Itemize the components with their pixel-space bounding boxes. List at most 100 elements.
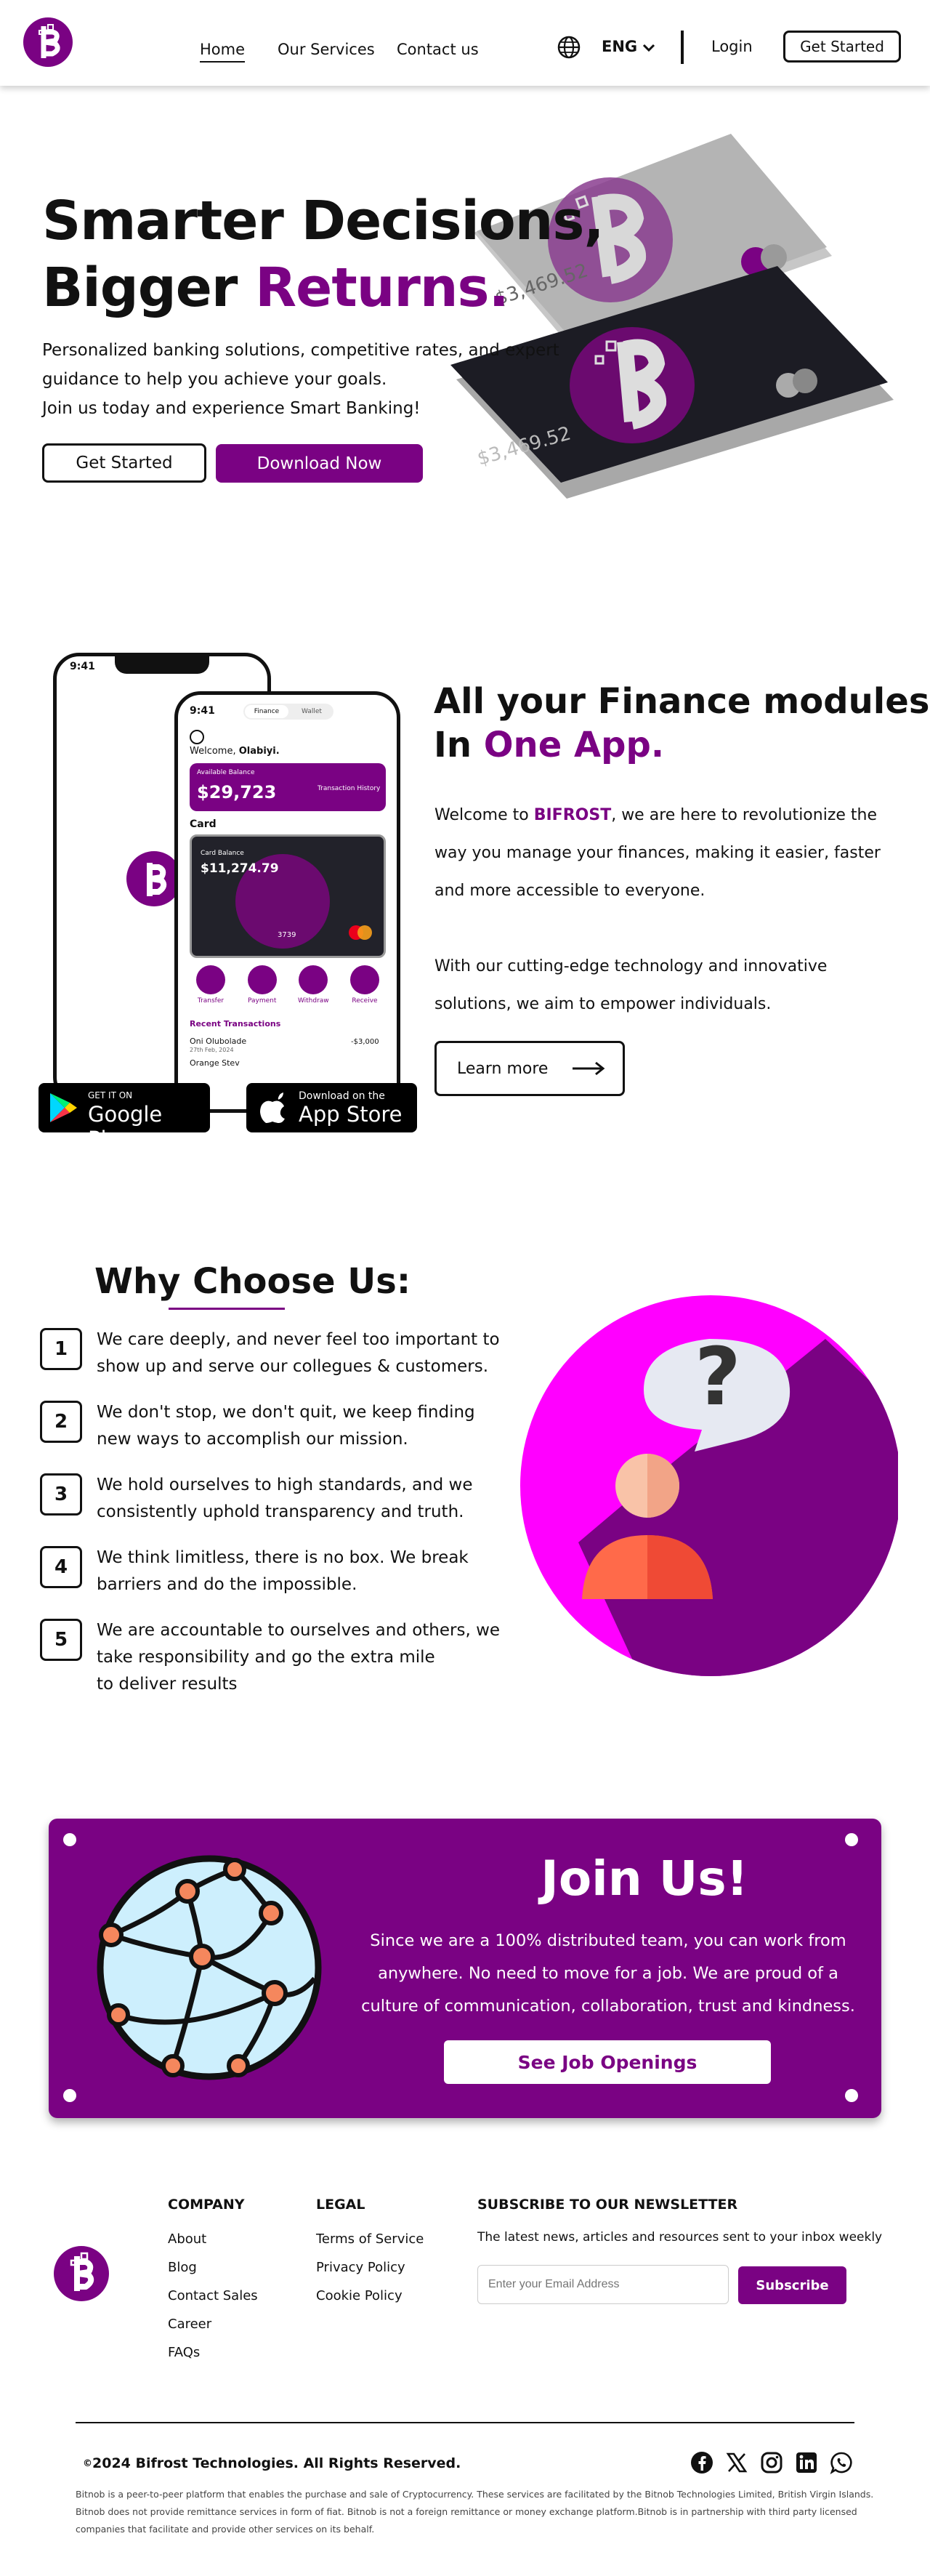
footer-link-about[interactable]: About [168, 2231, 206, 2247]
join-line3: culture of communication, collaboration,… [361, 1997, 855, 2016]
footer-company-heading: COMPANY [168, 2197, 245, 2213]
footer-link-faqs[interactable]: FAQs [168, 2345, 200, 2360]
reason-line: We care deeply, and never feel too impor… [97, 1330, 500, 1349]
footer-disclaimer: Bitnob is a peer-to-peer platform that e… [76, 2486, 889, 2538]
phone-balance-card: Available Balance $29,723 Transaction Hi… [190, 763, 386, 811]
reason-number: 5 [40, 1619, 82, 1661]
mastercard-icon-right [357, 925, 372, 940]
apple-icon [260, 1092, 285, 1123]
footer-logo-icon[interactable] [52, 2245, 110, 2303]
footer-link-contact-sales[interactable]: Contact Sales [168, 2288, 258, 2303]
google-play-small: GET IT ON [88, 1090, 133, 1100]
see-job-openings-button[interactable]: See Job Openings [444, 2040, 771, 2084]
reason-line: barriers and do the impossible. [97, 1575, 357, 1594]
footer-link-cookie[interactable]: Cookie Policy [316, 2288, 403, 2303]
phone-action-label: Withdraw [297, 997, 329, 1005]
download-now-button[interactable]: Download Now [216, 444, 423, 483]
reason-line: consistently uphold transparency and tru… [97, 1502, 464, 1521]
arrow-right-icon [573, 1061, 605, 1076]
phone-tx-name: Oni Olubolade [190, 1037, 247, 1046]
globe-language-icon[interactable] [557, 35, 581, 60]
phone-actions: Transfer Payment Withdraw Receive [190, 965, 386, 1005]
login-link[interactable]: Login [711, 38, 753, 55]
reason-line: We don't stop, we don't quit, we keep fi… [97, 1403, 475, 1422]
phone-action-receive[interactable]: Receive [344, 965, 386, 1005]
app-title-accent: One App. [483, 725, 665, 765]
nav-contact-us[interactable]: Contact us [397, 41, 479, 58]
banner-dot [63, 2089, 76, 2102]
join-line2: anywhere. No need to move for a job. We … [378, 1964, 838, 1983]
reason-line: show up and serve our collegues & custom… [97, 1357, 489, 1376]
subscribe-button[interactable]: Subscribe [738, 2266, 846, 2304]
footer-link-terms[interactable]: Terms of Service [316, 2231, 424, 2247]
footer-divider [76, 2422, 854, 2423]
reason-line: We hold ourselves to high standards, and… [97, 1476, 473, 1494]
payment-icon [247, 965, 277, 994]
footer-link-blog[interactable]: Blog [168, 2260, 197, 2275]
nav-our-services[interactable]: Our Services [278, 41, 375, 58]
disclaimer-line: companies that facilitate and provide ot… [76, 2524, 375, 2535]
header-get-started-button[interactable]: Get Started [783, 31, 901, 63]
phone-available-label: Available Balance [197, 769, 255, 776]
footer-link-career[interactable]: Career [168, 2317, 211, 2332]
disclaimer-line: Bitnob does not provide remittance servi… [76, 2506, 857, 2517]
hero-title-plain: Bigger [42, 257, 256, 319]
transfer-icon [196, 965, 225, 994]
x-icon[interactable] [725, 2451, 748, 2474]
phone-card: Card Balance $11,274.79 3739 [190, 834, 386, 958]
bifrost-logo-icon[interactable] [22, 16, 74, 68]
app-store-big: App Store [299, 1102, 403, 1127]
hero-get-started-button[interactable]: Get Started [42, 443, 206, 483]
hero-title-line2: Bigger Returns. [42, 254, 604, 321]
phone-action-label: Transfer [197, 997, 225, 1005]
reason-text: We care deeply, and never feel too impor… [97, 1327, 518, 1380]
reason-line: new ways to accomplish our mission. [97, 1430, 408, 1449]
why-title-underline [169, 1308, 285, 1310]
google-play-badge[interactable]: GET IT ON Google Play [39, 1083, 210, 1151]
disclaimer-line: Bitnob is a peer-to-peer platform that e… [76, 2489, 874, 2500]
linkedin-icon[interactable] [795, 2451, 818, 2474]
chevron-down-icon[interactable] [642, 43, 655, 53]
learn-more-label: Learn more [457, 1059, 549, 1078]
phone-tab-wallet[interactable]: Wallet [290, 704, 333, 720]
phone-welcome-name: Olabiyi. [238, 746, 280, 757]
footer-legal-heading: LEGAL [316, 2197, 365, 2213]
question-mark: ? [695, 1330, 741, 1423]
phone-history-link[interactable]: Transaction History [318, 785, 380, 792]
app-para1-brand: BIFROST [533, 806, 612, 824]
phone-welcome-prefix: Welcome, [190, 746, 239, 757]
whatsapp-icon[interactable] [830, 2451, 853, 2474]
instagram-icon[interactable] [760, 2451, 783, 2474]
phone-recent-label: Recent Transactions [190, 1019, 281, 1029]
reason-line: take responsibility and go the extra mil… [97, 1648, 435, 1667]
join-text: Since we are a 100% distributed team, yo… [361, 1925, 855, 2023]
banner-dot [63, 1833, 76, 1846]
phone-action-transfer[interactable]: Transfer [190, 965, 232, 1005]
phone-card-balance-label: Card Balance [201, 850, 244, 857]
hero-title-accent: Returns. [255, 257, 509, 319]
site-header: Home Our Services Contact us ENG Login G… [0, 0, 930, 86]
app-para2: With our cutting-edge technology and inn… [434, 957, 828, 1013]
phone-action-label: Payment [247, 997, 277, 1005]
newsletter-email-input[interactable] [477, 2265, 729, 2304]
facebook-icon[interactable] [690, 2451, 713, 2474]
hero-body-line3: Join us today and experience Smart Banki… [42, 399, 421, 418]
hero-title: Smarter Decisions, Bigger Returns. [42, 188, 604, 321]
reason-line: We are accountable to ourselves and othe… [97, 1621, 501, 1640]
phone-action-withdraw[interactable]: Withdraw [292, 965, 334, 1005]
footer-link-privacy[interactable]: Privacy Policy [316, 2260, 405, 2275]
footer-copyright: ©2024 Bifrost Technologies. All Rights R… [83, 2455, 461, 2471]
phone-tab-finance[interactable]: Finance [245, 705, 288, 718]
join-line1: Since we are a 100% distributed team, yo… [370, 1931, 846, 1950]
language-label[interactable]: ENG [602, 38, 637, 55]
nav-home[interactable]: Home [200, 41, 246, 63]
phone-welcome: Welcome, Olabiyi. [190, 746, 280, 757]
phone-action-payment[interactable]: Payment [241, 965, 283, 1005]
app-title-line2: In One App. [434, 723, 929, 767]
learn-more-button[interactable]: Learn more [434, 1041, 625, 1096]
phone-card-label: Card [190, 818, 217, 830]
hero-description: Personalized banking solutions, competit… [42, 336, 565, 423]
app-store-badge[interactable]: Download on the App Store [246, 1083, 417, 1132]
app-section-body: Welcome to BIFROST, we are here to revol… [434, 797, 899, 1023]
google-play-big: Google Play [88, 1102, 163, 1151]
